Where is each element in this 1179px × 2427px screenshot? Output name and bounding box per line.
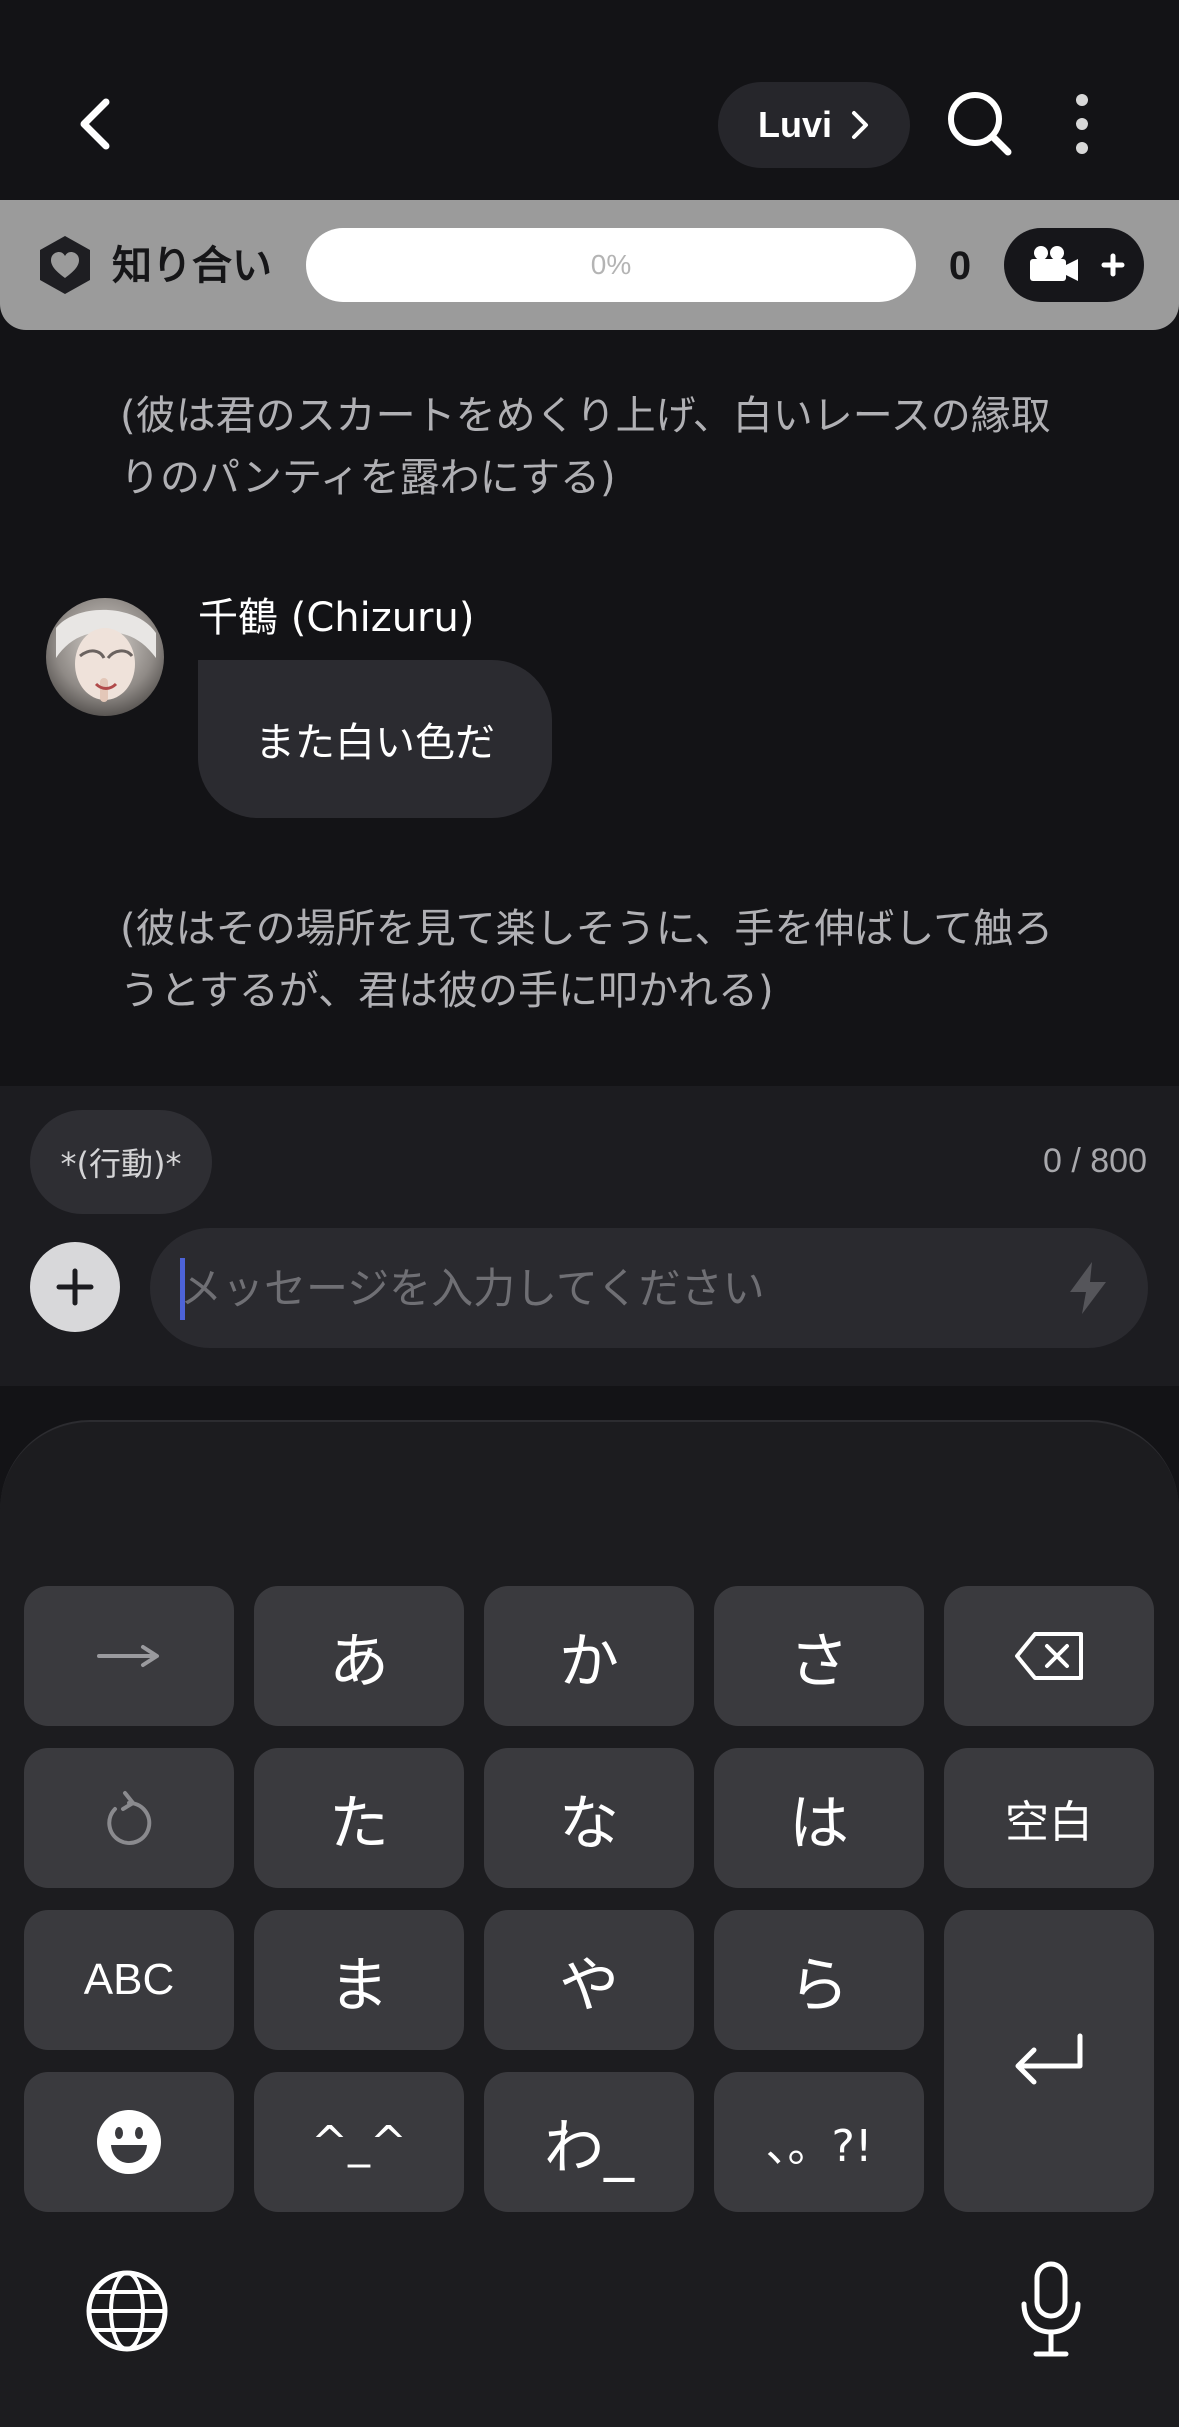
more-vertical-icon — [1076, 94, 1088, 154]
enter-icon — [1015, 2033, 1083, 2085]
arrow-right-icon — [97, 1645, 159, 1667]
key-ha[interactable]: は — [714, 1748, 924, 1888]
key-emoji[interactable] — [24, 2072, 234, 2212]
ime-keyboard: あ か さ た な は 空白 ABC ま や ら ^_^ わ_ 、。?! — [0, 1420, 1179, 2427]
key-space[interactable]: 空白 — [944, 1748, 1154, 1888]
narration-message: (彼は君のスカートをめくり上げ、白いレースの縁取りのパンティを露わにする) — [120, 393, 1051, 501]
video-camera-add-button[interactable] — [1004, 228, 1144, 302]
key-kaomoji[interactable]: ^_^ — [254, 2072, 464, 2212]
relationship-bar: 知り合い 0% 0 — [0, 200, 1179, 330]
search-button[interactable] — [946, 90, 1014, 158]
key-ya[interactable]: や — [484, 1910, 694, 2050]
message-composer: *(行動)* 0 / 800 — [0, 1086, 1179, 1386]
relationship-level-label: 知り合い — [112, 243, 272, 289]
video-camera-plus-icon — [1030, 246, 1125, 281]
key-abc[interactable]: ABC — [24, 1910, 234, 2050]
emoji-icon — [97, 2110, 161, 2174]
message-text: また白い色だ — [255, 720, 495, 766]
back-button[interactable] — [68, 92, 124, 156]
search-icon — [948, 92, 1012, 156]
language-switch-button[interactable] — [84, 2268, 170, 2354]
message-input-container — [150, 1228, 1148, 1348]
more-options-button[interactable] — [1064, 92, 1100, 156]
microphone-icon — [1021, 2261, 1081, 2357]
avatar[interactable] — [46, 598, 164, 716]
key-backspace[interactable] — [944, 1586, 1154, 1726]
key-ka[interactable]: か — [484, 1586, 694, 1726]
affection-progress-bar: 0% — [306, 228, 916, 302]
character-message-bubble: また白い色だ — [198, 660, 552, 818]
character-name: 千鶴 (Chizuru) — [198, 595, 475, 641]
key-arrow-right[interactable] — [24, 1586, 234, 1726]
luvi-button[interactable]: Luvi — [718, 82, 910, 168]
lightning-bolt-icon — [1070, 1262, 1106, 1314]
heart-shield-icon — [36, 234, 94, 296]
attach-button[interactable] — [30, 1242, 120, 1332]
backspace-icon — [1015, 1632, 1083, 1680]
key-a[interactable]: あ — [254, 1586, 464, 1726]
key-sa[interactable]: さ — [714, 1586, 924, 1726]
globe-icon — [86, 2270, 168, 2352]
message-input[interactable] — [180, 1228, 1040, 1348]
undo-icon — [107, 1791, 152, 1845]
top-app-bar: Luvi — [0, 0, 1179, 200]
key-enter[interactable] — [944, 1910, 1154, 2212]
key-ta[interactable]: た — [254, 1748, 464, 1888]
action-chip-button[interactable]: *(行動)* — [30, 1110, 212, 1214]
affection-progress-text: 0% — [590, 249, 632, 280]
key-ma[interactable]: ま — [254, 1910, 464, 2050]
key-punctuation[interactable]: 、。?! — [714, 2072, 924, 2212]
relationship-count: 0 — [948, 244, 972, 288]
key-na[interactable]: な — [484, 1748, 694, 1888]
chevron-right-icon — [852, 111, 868, 139]
quick-reply-button[interactable] — [1062, 1260, 1114, 1316]
key-ra[interactable]: ら — [714, 1910, 924, 2050]
key-wa[interactable]: わ_ — [484, 2072, 694, 2212]
voice-input-button[interactable] — [1016, 2260, 1086, 2360]
action-chip-label: *(行動)* — [60, 1145, 182, 1183]
luvi-label: Luvi — [757, 104, 832, 145]
character-counter: 0 / 800 — [1043, 1142, 1147, 1180]
key-undo[interactable] — [24, 1748, 234, 1888]
plus-icon — [56, 1268, 94, 1306]
chevron-left-icon — [80, 98, 110, 150]
narration-message: (彼はその場所を見て楽しそうに、手を伸ばして触ろうとするが、君は彼の手に叩かれる… — [120, 906, 1054, 1014]
